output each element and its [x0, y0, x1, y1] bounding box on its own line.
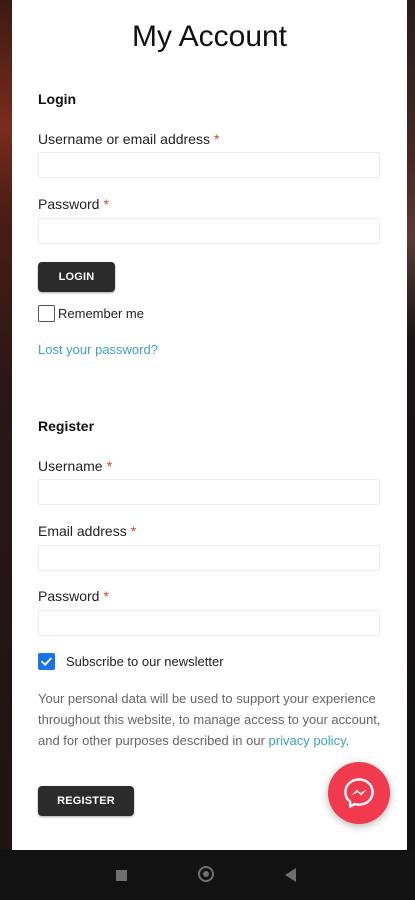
background-left [0, 0, 12, 850]
login-username-input[interactable] [38, 152, 380, 178]
privacy-notice: Your personal data will be used to suppo… [38, 691, 381, 748]
privacy-policy-link[interactable]: privacy policy [269, 733, 346, 748]
register-username-label: Username * [38, 458, 113, 474]
register-password-input[interactable] [38, 610, 380, 636]
subscribe-checkbox[interactable] [38, 653, 55, 670]
messenger-chat-button[interactable] [328, 762, 390, 824]
page-title: My Account [131, 20, 288, 53]
subscribe-label: Subscribe to our newsletter [66, 654, 224, 669]
register-button[interactable]: REGISTER [38, 786, 134, 816]
register-heading: Register [38, 418, 95, 434]
home-icon[interactable] [198, 866, 214, 882]
login-username-label: Username or email address * [38, 131, 220, 147]
register-password-label: Password * [38, 588, 109, 604]
back-icon[interactable] [285, 868, 296, 882]
background-right [407, 0, 415, 850]
login-button[interactable]: LOGIN [38, 262, 115, 292]
remember-me-checkbox[interactable] [38, 305, 55, 322]
android-navigation-bar [0, 850, 415, 900]
remember-me-label: Remember me [58, 306, 144, 321]
lost-password-link[interactable]: Lost your password? [38, 342, 158, 357]
account-card: My Account Login Username or email addre… [12, 0, 407, 850]
register-email-input[interactable] [38, 545, 380, 571]
login-password-label: Password * [38, 196, 109, 212]
messenger-icon [344, 778, 374, 808]
login-heading: Login [38, 91, 77, 107]
register-email-label: Email address * [38, 523, 137, 539]
checkmark-icon [41, 657, 52, 666]
recent-apps-icon[interactable] [116, 870, 127, 881]
login-password-input[interactable] [38, 218, 380, 244]
register-username-input[interactable] [38, 479, 380, 505]
